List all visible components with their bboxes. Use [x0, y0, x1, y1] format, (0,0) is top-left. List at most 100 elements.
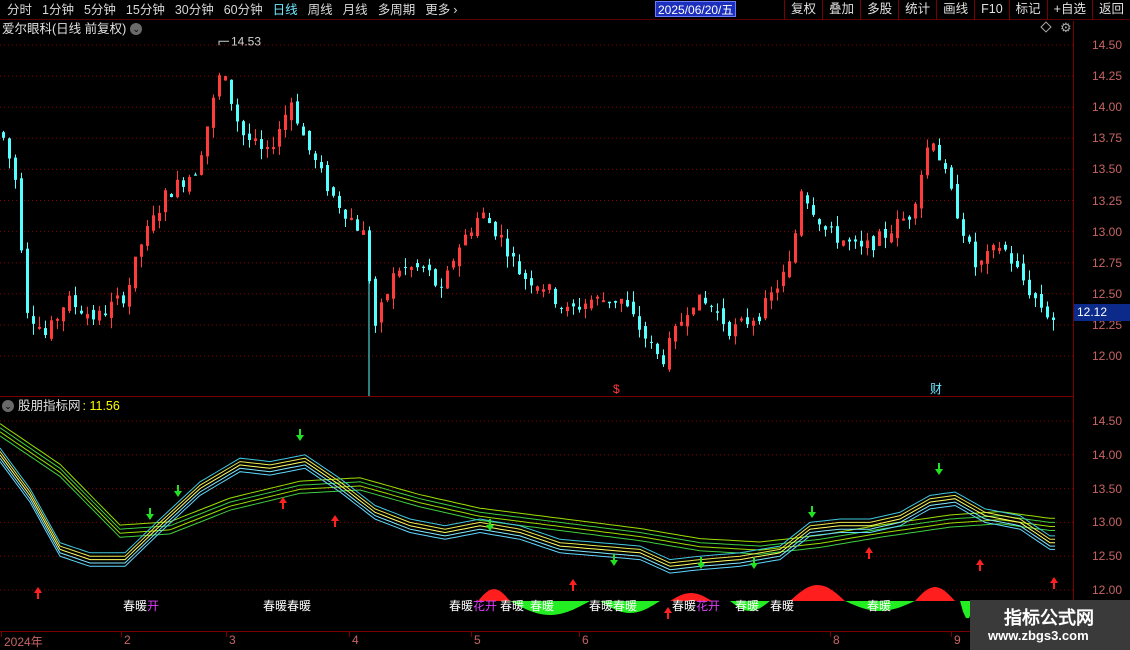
back-button[interactable]: 返回: [1091, 0, 1130, 20]
candle-body: [704, 297, 707, 304]
up-arrow-icon: [865, 547, 873, 553]
tab-more[interactable]: 更多 ›: [420, 0, 462, 20]
top-toolbar: 分时 1分钟 5分钟 15分钟 30分钟 60分钟 日线 周线 月线 多周期 更…: [0, 0, 1130, 20]
high-price-label: 14.53: [231, 34, 261, 48]
down-arrow-icon: [146, 514, 154, 520]
date-label: 8: [833, 633, 840, 647]
candle-body: [182, 180, 185, 187]
statistics-button[interactable]: 统计: [898, 0, 936, 20]
indicator-axis-tick: 13.50: [1092, 481, 1123, 496]
period-tabs: 分时 1分钟 5分钟 15分钟 30分钟 60分钟 日线 周线 月线 多周期 更…: [2, 0, 462, 20]
signal-label: 春暖: [530, 599, 554, 613]
candle-body: [344, 209, 347, 219]
candle-body: [1016, 260, 1019, 268]
tab-weekly[interactable]: 周线: [303, 0, 338, 20]
candle-body: [812, 205, 815, 215]
overlay-button[interactable]: 叠加: [822, 0, 860, 20]
current-price-badge: 12.12: [1074, 304, 1130, 321]
candle-body: [524, 272, 527, 280]
candle-body: [350, 217, 353, 220]
price-chart[interactable]: 14.5311.64$财: [0, 21, 1073, 396]
candle-body: [854, 239, 857, 242]
up-arrow-icon: [1050, 577, 1058, 583]
price-axis-tick: 12.50: [1092, 286, 1123, 301]
price-axis-tick: 14.00: [1092, 100, 1123, 115]
tab-60min[interactable]: 60分钟: [219, 0, 268, 20]
restore-rights-button[interactable]: 复权: [784, 0, 822, 20]
candle-body: [44, 328, 47, 336]
candle-body: [1040, 294, 1043, 308]
candle-body: [326, 165, 329, 192]
histogram-area: [915, 587, 955, 601]
candle-body: [404, 266, 407, 268]
down-arrow-icon: [750, 563, 758, 569]
candle-body: [1052, 317, 1055, 321]
candle-body: [260, 139, 263, 149]
candle-body: [488, 218, 491, 224]
signal-label: 春暖: [770, 599, 794, 613]
signal-label: 春暖花开: [449, 598, 497, 613]
tab-1min[interactable]: 1分钟: [37, 0, 79, 20]
candle-body: [170, 194, 173, 198]
candle-body: [308, 130, 311, 151]
candle-body: [1010, 253, 1013, 264]
candle-body: [806, 195, 809, 204]
candle-body: [74, 295, 77, 308]
candle-body: [836, 226, 839, 243]
tab-monthly[interactable]: 月线: [338, 0, 373, 20]
candle-body: [938, 144, 941, 161]
candle-body: [908, 216, 911, 220]
tab-daily[interactable]: 日线: [268, 0, 303, 20]
signal-label: 春暖: [500, 599, 524, 613]
fast-ribbon-line: [0, 454, 1055, 567]
tab-15min[interactable]: 15分钟: [121, 0, 170, 20]
price-axis-tick: 12.75: [1092, 255, 1123, 270]
candle-body: [950, 167, 953, 189]
candle-body: [242, 121, 245, 136]
indicator-axis-tick: 12.50: [1092, 549, 1123, 564]
price-axis-tick: 13.50: [1092, 162, 1123, 177]
candle-body: [506, 238, 509, 257]
candle-body: [560, 307, 563, 309]
price-axis-tick: 13.25: [1092, 193, 1123, 208]
indicator-chart[interactable]: 春暖开 春暖春暖 春暖花开 春暖 春暖 春暖春暖 春暖花开 春暖 春暖 春暖: [0, 397, 1073, 631]
candle-body: [554, 288, 557, 305]
candle-body: [818, 219, 821, 225]
candle-body: [320, 162, 323, 169]
candle-body: [338, 195, 341, 208]
candle-body: [1028, 279, 1031, 296]
date-tick: [121, 632, 122, 637]
multi-stock-button[interactable]: 多股: [860, 0, 898, 20]
draw-line-button[interactable]: 画线: [936, 0, 974, 20]
price-axis-tick: 14.50: [1092, 38, 1123, 52]
candle-body: [872, 236, 875, 251]
tab-5min[interactable]: 5分钟: [79, 0, 121, 20]
up-arrow-icon: [331, 515, 339, 521]
date-label: 5: [474, 633, 481, 647]
candle-body: [722, 308, 725, 325]
watermark-logo: 指标公式网 www.zbgs3.com: [970, 600, 1130, 650]
candle-body: [122, 295, 125, 304]
tab-multi-period[interactable]: 多周期: [373, 0, 421, 20]
date-label: 3: [229, 633, 236, 647]
mark-button[interactable]: 标记: [1008, 0, 1047, 20]
candle-body: [662, 355, 665, 365]
signal-label: 春暖: [867, 599, 891, 613]
price-axis-tick: 12.00: [1092, 349, 1123, 363]
tab-30min[interactable]: 30分钟: [170, 0, 219, 20]
histogram-area: [790, 585, 845, 601]
f10-button[interactable]: F10: [974, 0, 1009, 20]
candle-body: [32, 316, 35, 324]
candle-body: [530, 278, 533, 286]
signal-label: 春暖: [735, 599, 759, 613]
add-watchlist-button[interactable]: +自选: [1046, 0, 1092, 20]
candle-body: [314, 153, 317, 161]
candle-body: [92, 309, 95, 320]
indicator-axis-tick: 13.00: [1092, 515, 1123, 530]
candle-body: [1004, 244, 1007, 250]
tab-fenshi[interactable]: 分时: [2, 0, 37, 20]
candle-body: [1046, 306, 1049, 318]
signal-label: 春暖开: [123, 599, 159, 613]
date-cursor-label: 2025/06/20/五: [655, 1, 737, 17]
date-label: 2024年: [4, 635, 43, 649]
